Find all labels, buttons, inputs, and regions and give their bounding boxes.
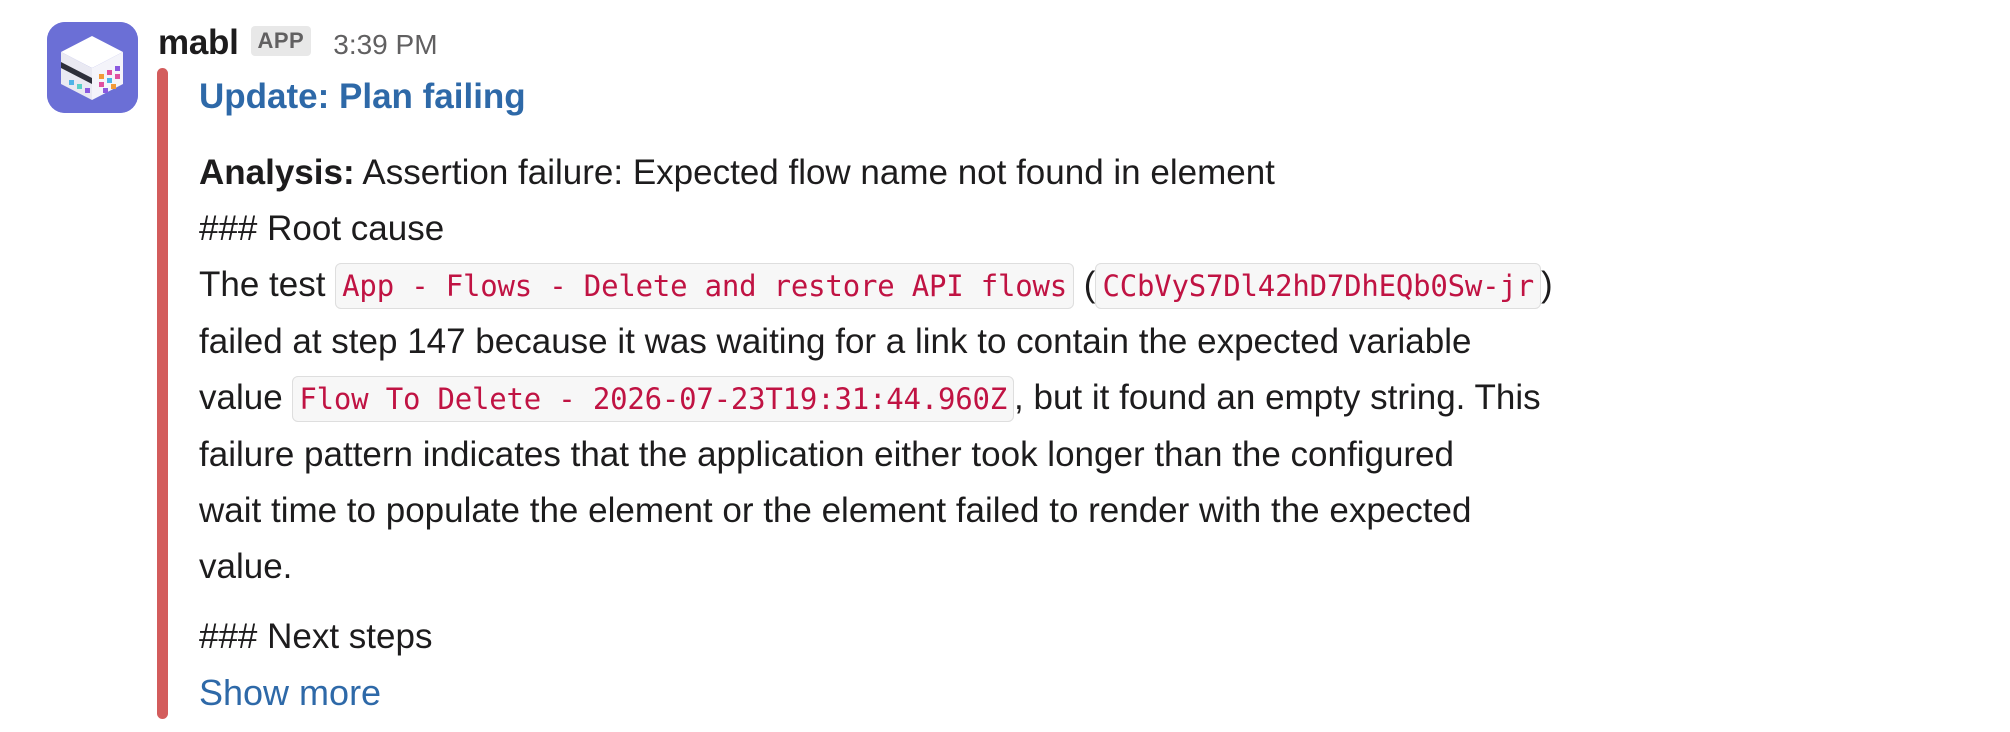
test-id-code: CCbVyS7Dl42hD7DhEQb0Sw-jr	[1095, 263, 1541, 309]
root-cause-line-2: failed at step 147 because it was waitin…	[199, 322, 1472, 361]
message-attachment: Update: Plan failing Analysis: Assertion…	[199, 70, 1639, 722]
paren-close: )	[1540, 265, 1553, 304]
root-cause-line-5: wait time to populate the element or the…	[199, 491, 1472, 530]
attachment-body: Analysis: Assertion failure: Expected fl…	[199, 145, 1639, 722]
value-suffix: , but it found an empty string. This	[1014, 378, 1541, 417]
variable-code: Flow To Delete - 2026-07-23T19:31:44.960…	[292, 376, 1015, 422]
show-more-link[interactable]: Show more	[199, 665, 381, 721]
analysis-label: Analysis:	[199, 153, 355, 192]
test-prefix: The test	[199, 265, 336, 304]
slack-message: mabl APP 3:39 PM Update: Plan failing An…	[0, 0, 2010, 732]
root-cause-line-4: failure pattern indicates that the appli…	[199, 435, 1454, 474]
value-prefix: value	[199, 378, 293, 417]
root-cause-heading: ### Root cause	[199, 209, 445, 248]
sender-name[interactable]: mabl	[158, 23, 239, 63]
mabl-avatar-icon[interactable]	[47, 22, 138, 113]
analysis-line: Analysis: Assertion failure: Expected fl…	[199, 145, 1639, 201]
attachment-title-link[interactable]: Update: Plan failing	[199, 70, 526, 124]
paren-open: (	[1074, 265, 1096, 304]
analysis-text: Assertion failure: Expected flow name no…	[354, 153, 1275, 192]
app-badge: APP	[250, 26, 312, 56]
root-cause-line-6: value.	[199, 547, 293, 586]
root-cause-line-3: value Flow To Delete - 2026-07-23T19:31:…	[199, 370, 1639, 427]
test-name-code: App - Flows - Delete and restore API flo…	[335, 263, 1075, 309]
message-header: mabl APP 3:39 PM	[158, 18, 438, 68]
message-timestamp[interactable]: 3:39 PM	[333, 29, 437, 61]
root-cause-line-1: The test App - Flows - Delete and restor…	[199, 257, 1639, 314]
next-steps-heading: ### Next steps	[199, 617, 433, 656]
attachment-color-bar	[157, 68, 168, 719]
